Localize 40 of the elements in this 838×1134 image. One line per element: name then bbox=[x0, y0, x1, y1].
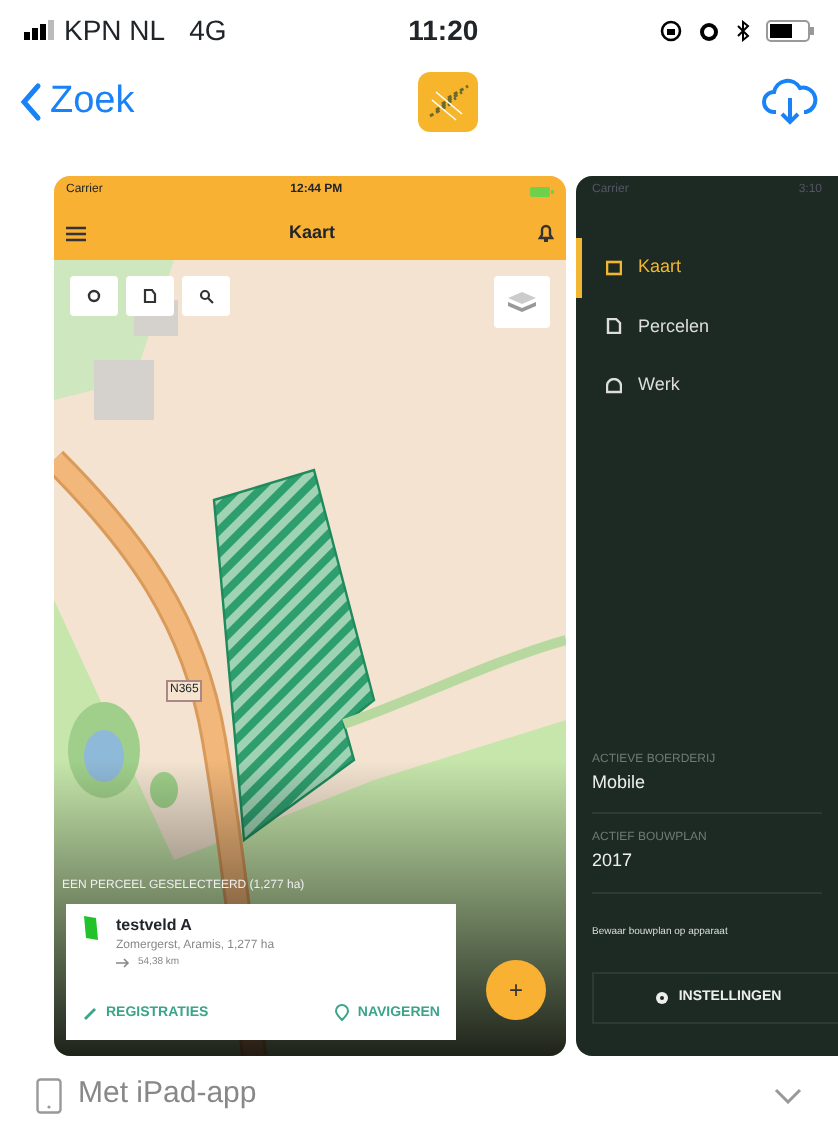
helmet-icon bbox=[606, 377, 622, 394]
network-type: 4G bbox=[189, 11, 227, 49]
menu-item[interactable]: Percelen bbox=[576, 297, 838, 356]
map-tool-button[interactable] bbox=[182, 276, 230, 316]
back-button[interactable]: Zoek bbox=[20, 73, 135, 131]
menu-item[interactable]: Kaart bbox=[576, 238, 838, 297]
field-value: 2017 bbox=[592, 848, 822, 893]
clock-time: 11:20 bbox=[406, 11, 481, 49]
chevron-left-icon bbox=[20, 82, 42, 122]
parcel-name: testveld A bbox=[116, 914, 194, 938]
parcel-icon bbox=[142, 288, 158, 304]
map-icon bbox=[606, 259, 622, 276]
signal-icon bbox=[24, 20, 56, 40]
map-tool-button[interactable] bbox=[70, 276, 118, 316]
layers-icon bbox=[506, 290, 538, 314]
chevron-down-icon[interactable] bbox=[774, 1087, 802, 1103]
menu-item[interactable]: Werk bbox=[576, 356, 838, 415]
rotation-lock-icon bbox=[660, 19, 682, 41]
route-icon bbox=[116, 958, 130, 969]
gear-icon bbox=[654, 990, 671, 1006]
parcel-shape-icon bbox=[82, 914, 100, 942]
field-value: Mobile bbox=[592, 769, 822, 814]
locate-icon bbox=[86, 288, 102, 304]
carrier-name: KPN NL bbox=[64, 11, 166, 49]
tablet-icon bbox=[36, 1077, 62, 1113]
app-icon bbox=[418, 72, 479, 132]
screen-title: Kaart bbox=[288, 219, 335, 246]
search-icon bbox=[198, 288, 214, 304]
battery-icon bbox=[766, 19, 814, 41]
cloud-download-icon[interactable] bbox=[762, 78, 818, 126]
parcel-icon bbox=[606, 318, 622, 335]
menu-icon[interactable] bbox=[66, 225, 86, 241]
bell-icon[interactable] bbox=[537, 224, 554, 242]
map-tool-button[interactable] bbox=[126, 276, 174, 316]
map-pin-icon bbox=[333, 1004, 350, 1023]
pencil-icon bbox=[82, 1004, 98, 1023]
layers-button[interactable] bbox=[494, 276, 550, 328]
battery-icon bbox=[529, 185, 554, 197]
bluetooth-icon bbox=[736, 19, 750, 41]
device-label: Met iPad-app bbox=[78, 1074, 257, 1115]
